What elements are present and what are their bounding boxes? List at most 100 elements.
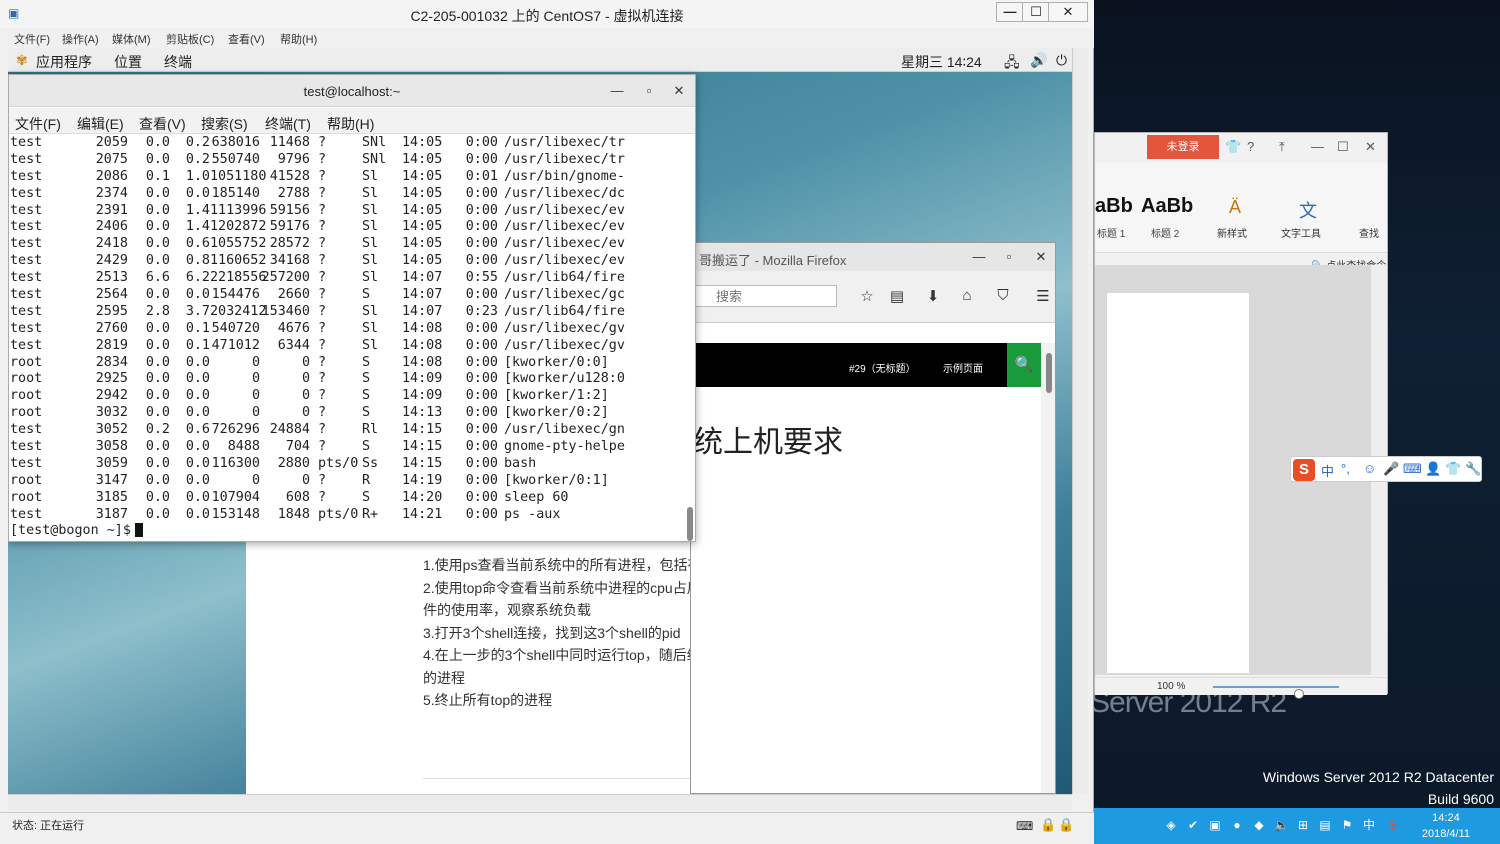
- wps-login-button[interactable]: 未登录: [1147, 135, 1219, 159]
- terminal-menu-file[interactable]: 文件(F): [15, 114, 61, 134]
- vm-menu-view[interactable]: 查看(V): [228, 31, 265, 47]
- ps-tty: ?: [318, 439, 327, 455]
- style-heading1-sample[interactable]: aBb: [1095, 195, 1133, 218]
- vm-close-button[interactable]: ✕: [1048, 2, 1088, 22]
- reading-list-icon[interactable]: ▤: [887, 287, 907, 305]
- terminal-maximize-button[interactable]: ▫: [641, 83, 657, 98]
- ime-mode-toggle[interactable]: 中: [1321, 461, 1334, 480]
- ps-user: test: [10, 135, 43, 150]
- ps-row: test 2086 0.1 1.01051180 41528? Sl 14:05 0:01/u…: [10, 169, 685, 186]
- wps-pin-icon[interactable]: ⤒: [1279, 139, 1285, 155]
- wps-maximize-button[interactable]: ☐: [1337, 139, 1349, 155]
- taskbar-clock[interactable]: 14:24 2018/4/11: [1422, 810, 1470, 842]
- terminal-window[interactable]: test@localhost:~ — ▫ ✕ 文件(F) 编辑(E) 查看(V)…: [8, 74, 696, 542]
- gnome-clock[interactable]: 星期三 14∶24: [901, 52, 982, 72]
- ime-toolbar[interactable]: S 中 °, ☺ 🎤 ⌨ 👤 👕 🔧: [1290, 456, 1482, 482]
- skin-icon[interactable]: 👕: [1445, 461, 1461, 477]
- terminal-menu-search[interactable]: 搜索(S): [201, 114, 248, 134]
- site-search-icon[interactable]: 🔍: [1007, 343, 1041, 387]
- shell-prompt-line[interactable]: [test@bogon ~]$: [10, 523, 685, 540]
- emoji-icon[interactable]: ☺: [1363, 461, 1376, 476]
- text-tools-button[interactable]: 文字工具: [1281, 225, 1321, 240]
- nav-link-untitled[interactable]: #29（无标题）: [849, 360, 916, 375]
- tray-volume-icon[interactable]: 🔈: [1274, 818, 1289, 832]
- punctuation-icon[interactable]: °,: [1341, 461, 1350, 476]
- shell-prompt: [test@bogon ~]$: [10, 523, 131, 539]
- terminal-scroll-thumb[interactable]: [687, 507, 693, 541]
- tray-ime-mode-icon[interactable]: 中: [1362, 818, 1376, 832]
- tray-network-icon[interactable]: ⊞: [1296, 818, 1310, 832]
- vm-menu-media[interactable]: 媒体(M): [112, 31, 151, 47]
- ps-stat: R+: [362, 506, 379, 522]
- tools-icon[interactable]: 🔧: [1465, 461, 1481, 477]
- host-taskbar: ◈ ✔ ▣ ● ◆ 🔈 ⊞ ▤ ⚑ 中 S 14:24 2018/4/11: [1094, 808, 1500, 844]
- terminal-output[interactable]: test 2059 0.0 0.2 638016 11468? SNl 14:05 0:00/u…: [9, 135, 685, 543]
- bookmark-star-icon[interactable]: ☆: [857, 287, 877, 305]
- vm-vertical-scrollbar[interactable]: [1072, 48, 1088, 794]
- home-icon[interactable]: ⌂: [957, 287, 977, 304]
- terminal-menu-terminal[interactable]: 终端(T): [265, 114, 311, 134]
- user-icon[interactable]: 👤: [1425, 461, 1441, 477]
- ps-mem: 0.0: [185, 472, 210, 488]
- firefox-minimize-button[interactable]: —: [971, 249, 987, 264]
- guest-screen[interactable]: ✾ 应用程序 位置 终端 星期三 14∶24 🖧 🔊 ⏻ 1.使用ps查看当前系…: [8, 48, 1072, 794]
- style-heading2-sample[interactable]: AaBb: [1141, 195, 1193, 218]
- tray-display-icon[interactable]: ▣: [1208, 818, 1222, 832]
- wps-writer-window[interactable]: 未登录 👕 ? ⤒ — ☐ ✕ aBb 标题 1 AaBb 标题 2 Ä 新样式…: [1094, 132, 1388, 699]
- tray-monitor-icon[interactable]: ▤: [1318, 818, 1332, 832]
- terminal-menu-help[interactable]: 帮助(H): [327, 114, 374, 134]
- vm-maximize-button[interactable]: ☐: [1022, 2, 1050, 22]
- find-button[interactable]: 查找: [1359, 225, 1379, 240]
- wps-help-icon[interactable]: ?: [1247, 139, 1254, 154]
- ps-stat: S: [362, 489, 371, 505]
- tray-sync-icon[interactable]: ✔: [1186, 818, 1200, 832]
- download-icon[interactable]: ⬇: [923, 287, 943, 305]
- terminal-minimize-button[interactable]: —: [609, 83, 625, 98]
- applications-menu[interactable]: 应用程序: [36, 52, 92, 72]
- terminal-app-menu[interactable]: 终端: [164, 52, 192, 72]
- sogou-logo-icon[interactable]: S: [1293, 459, 1315, 481]
- ps-time: 0:00: [465, 354, 498, 370]
- hamburger-menu-icon[interactable]: ☰: [1033, 287, 1053, 305]
- vm-menu-help[interactable]: 帮助(H): [280, 31, 317, 47]
- ps-rss: 6344: [277, 337, 310, 353]
- firefox-window[interactable]: 哥搬运了 - Mozilla Firefox — ▫ ✕ 🔍 ☆ ▤ ⬇ ⌂ ⛉…: [690, 242, 1056, 794]
- terminal-close-button[interactable]: ✕: [671, 83, 687, 99]
- pocket-icon[interactable]: ⛉: [993, 287, 1013, 304]
- wps-close-button[interactable]: ✕: [1365, 139, 1376, 155]
- firefox-scroll-thumb[interactable]: [1046, 353, 1052, 393]
- vm-menu-action[interactable]: 操作(A): [62, 31, 99, 47]
- new-style-button[interactable]: 新样式: [1217, 225, 1247, 240]
- wps-skin-icon[interactable]: 👕: [1225, 139, 1241, 155]
- wps-page[interactable]: [1107, 293, 1249, 673]
- tray-app-icon[interactable]: ◈: [1164, 818, 1178, 832]
- tray-security-icon[interactable]: ●: [1230, 818, 1244, 832]
- tray-sogou-icon[interactable]: S: [1386, 818, 1400, 832]
- firefox-scrollbar[interactable]: [1041, 343, 1055, 793]
- ps-mem: 0.0: [185, 185, 210, 201]
- ps-user: test: [10, 506, 43, 522]
- firefox-maximize-button[interactable]: ▫: [1001, 249, 1017, 264]
- firefox-search-input[interactable]: [695, 285, 837, 307]
- ps-stat: S: [362, 371, 371, 387]
- microphone-icon[interactable]: 🎤: [1383, 461, 1399, 477]
- power-icon[interactable]: ⏻: [1056, 52, 1067, 69]
- vm-menu-clipboard[interactable]: 剪贴板(C): [166, 31, 214, 47]
- tray-flag-icon[interactable]: ⚑: [1340, 818, 1354, 832]
- vm-horizontal-scrollbar[interactable]: [8, 794, 1072, 810]
- firefox-close-button[interactable]: ✕: [1033, 249, 1049, 265]
- keyboard-icon[interactable]: ⌨: [1403, 461, 1422, 477]
- wps-minimize-button[interactable]: —: [1311, 139, 1324, 154]
- places-menu[interactable]: 位置: [114, 52, 142, 72]
- vm-minimize-button[interactable]: —: [996, 2, 1024, 22]
- vm-menu-file[interactable]: 文件(F): [14, 31, 50, 47]
- terminal-menu-view[interactable]: 查看(V): [139, 114, 186, 134]
- volume-icon[interactable]: 🔊: [1030, 52, 1047, 69]
- terminal-menu-edit[interactable]: 编辑(E): [77, 114, 124, 134]
- zoom-slider-handle[interactable]: [1294, 689, 1304, 699]
- ps-vsz: 1113996: [210, 202, 267, 218]
- tray-cloud-icon[interactable]: ◆: [1252, 818, 1266, 832]
- zoom-slider[interactable]: [1213, 686, 1339, 699]
- network-icon[interactable]: 🖧: [1004, 52, 1020, 76]
- nav-link-sample-page[interactable]: 示例页面: [943, 360, 983, 375]
